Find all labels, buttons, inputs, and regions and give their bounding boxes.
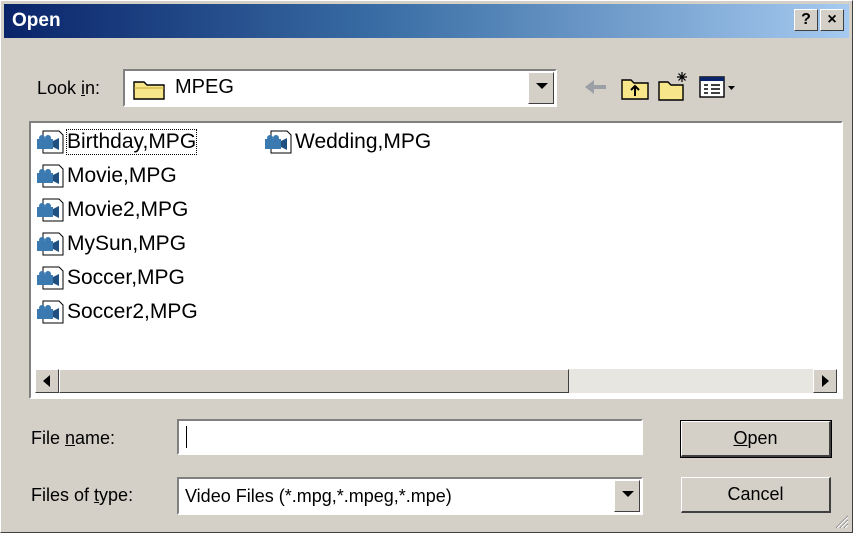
video-file-icon	[37, 300, 64, 324]
video-file-icon	[37, 164, 64, 188]
view-menu-icon[interactable]	[698, 75, 738, 101]
video-file-icon	[37, 198, 64, 222]
file-list[interactable]: Birthday,MPG Movie,MPG Movie2,MPG MySun,…	[29, 121, 843, 399]
file-item-mysun[interactable]: MySun,MPG	[35, 229, 186, 259]
scroll-thumb[interactable]	[59, 369, 569, 393]
folder-icon	[133, 81, 165, 100]
files-of-type-label: Files of type:	[31, 485, 134, 505]
text-caret	[186, 426, 187, 448]
resize-grip-icon[interactable]	[833, 513, 849, 529]
open-dialog: Open ? × Look in: MPEG Birthday,MPG Movi…	[0, 0, 853, 533]
look-in-dropdown-arrow[interactable]	[528, 72, 554, 104]
file-type-dropdown[interactable]: Video Files (*.mpg,*.mpeg,*.mpe)	[177, 477, 643, 515]
file-item-soccer[interactable]: Soccer,MPG	[35, 263, 185, 293]
look-in-label: Look in:	[37, 78, 101, 98]
look-in-dropdown[interactable]: MPEG	[123, 69, 557, 107]
new-folder-icon[interactable]	[657, 70, 691, 102]
file-item-soccer2[interactable]: Soccer2,MPG	[35, 297, 198, 327]
dialog-title: Open	[12, 10, 61, 31]
back-arrow-icon[interactable]	[583, 77, 609, 97]
cancel-button[interactable]: Cancel	[681, 477, 831, 513]
left-arrow-icon	[43, 375, 50, 387]
file-item-movie[interactable]: Movie,MPG	[35, 161, 177, 191]
close-button[interactable]: ×	[820, 9, 844, 31]
scroll-right-button[interactable]	[813, 369, 837, 393]
right-arrow-icon	[822, 375, 829, 387]
file-name-label: File name:	[31, 428, 116, 448]
file-item-birthday[interactable]: Birthday,MPG	[35, 127, 198, 157]
file-name-input[interactable]	[177, 419, 643, 455]
video-file-icon	[37, 232, 64, 256]
video-file-icon	[37, 266, 64, 290]
scroll-left-button[interactable]	[35, 369, 59, 393]
video-file-icon	[37, 130, 64, 154]
file-type-value: Video Files (*.mpg,*.mpeg,*.mpe)	[185, 486, 452, 506]
file-item-movie2[interactable]: Movie2,MPG	[35, 195, 188, 225]
look-in-value: MPEG	[175, 76, 234, 98]
open-button[interactable]: Open	[680, 420, 832, 458]
title-bar[interactable]: Open ? ×	[4, 4, 849, 38]
help-button[interactable]: ?	[794, 9, 818, 31]
file-item-wedding[interactable]: Wedding,MPG	[263, 127, 431, 157]
horizontal-scrollbar[interactable]	[35, 369, 837, 393]
video-file-icon	[265, 130, 292, 154]
file-type-dropdown-arrow[interactable]	[614, 480, 640, 512]
up-folder-icon[interactable]	[620, 73, 652, 101]
